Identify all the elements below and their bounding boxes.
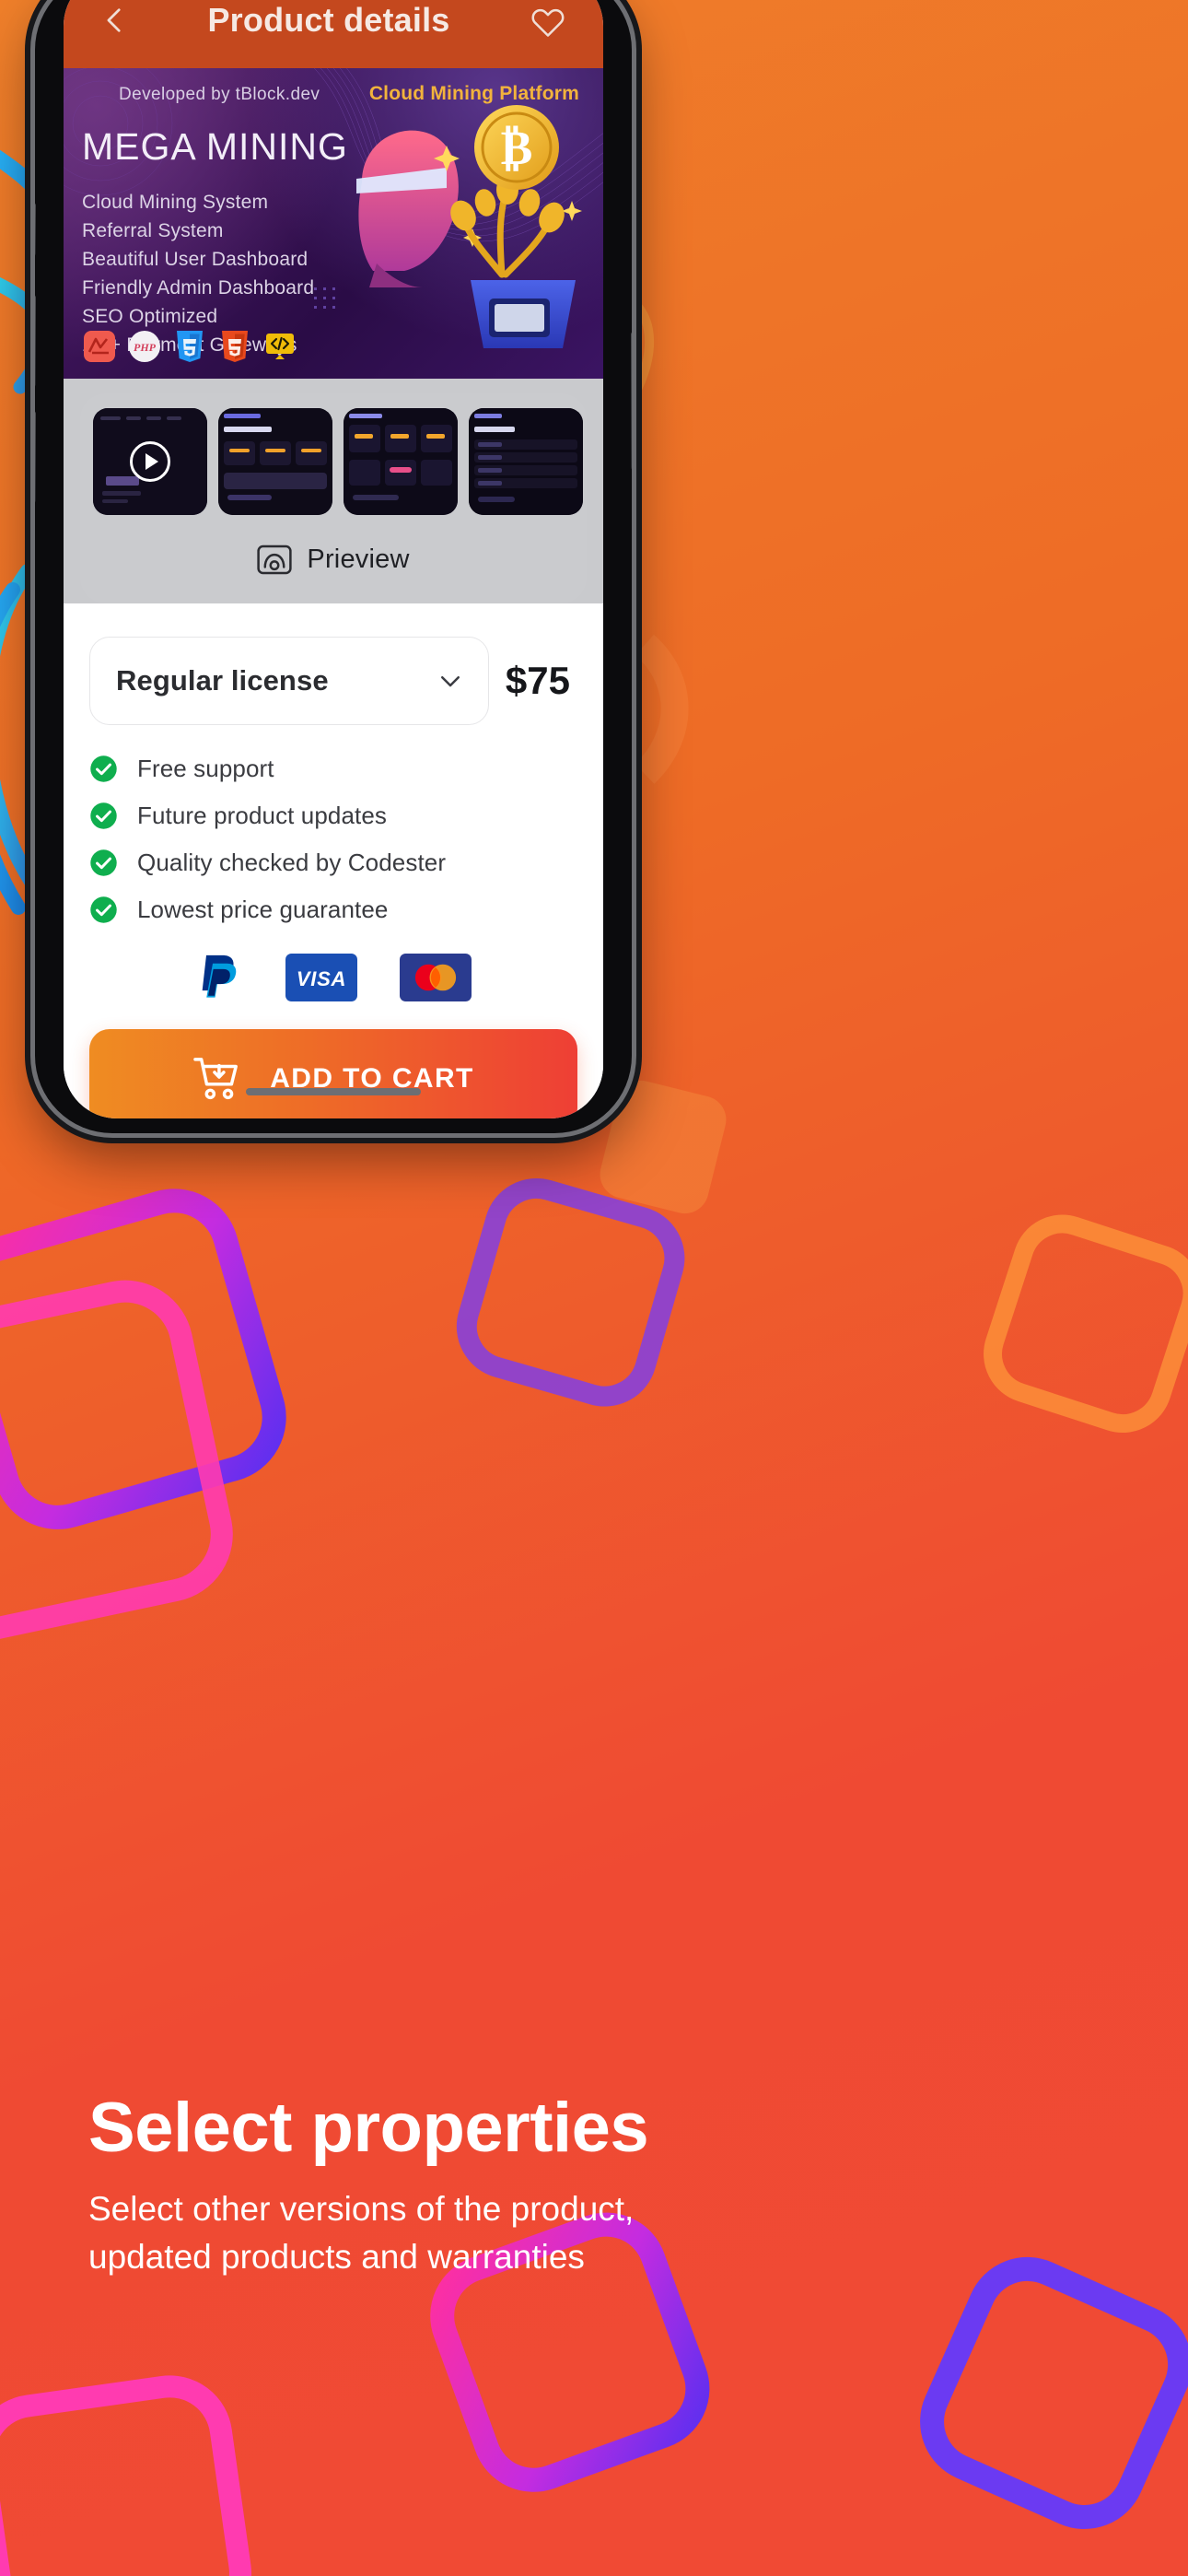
page-title: Product details <box>207 1 450 39</box>
home-indicator <box>246 1088 421 1095</box>
banner-feature-item: Referral System <box>82 220 224 242</box>
banner-feature-item: Friendly Admin Dashboard <box>82 277 315 299</box>
promo-caption: Select properties Select other versions … <box>0 2091 1188 2282</box>
benefit-item: Lowest price guarantee <box>89 886 577 933</box>
product-price: $75 <box>505 659 570 702</box>
benefit-label: Future product updates <box>137 802 388 829</box>
license-price-row: Regular license $75 <box>89 637 577 725</box>
phone-mockup: Product details ₿ Developed by tBlock.de… <box>35 0 632 1133</box>
code-monitor-icon <box>262 329 297 364</box>
benefits-list: Free support Future product updates Qual… <box>89 745 577 933</box>
banner-feature-item: Beautiful User Dashboard <box>82 249 309 271</box>
html5-icon <box>217 329 252 364</box>
visa-icon: VISA <box>285 954 357 1001</box>
chevron-down-icon <box>440 676 460 687</box>
phone-screen: Product details ₿ Developed by tBlock.de… <box>64 0 603 1118</box>
product-banner[interactable]: ₿ Developed by tBlock.dev Cloud Mining P… <box>64 68 603 379</box>
php-icon: PHP <box>127 329 162 364</box>
phone-power-button <box>631 332 632 470</box>
screenshot-mining-place[interactable] <box>218 408 332 515</box>
add-to-cart-button[interactable]: ADD TO CART <box>89 1029 577 1118</box>
banner-feature-item: SEO Optimized <box>82 306 218 328</box>
check-circle-icon <box>90 849 117 876</box>
phone-volume-down-button <box>35 411 36 503</box>
app-header: Product details <box>64 0 603 68</box>
laravel-icon <box>82 329 117 364</box>
thumbnail-preview-art <box>218 408 332 515</box>
video-thumbnail[interactable] <box>93 408 207 515</box>
favorite-button[interactable] <box>524 0 572 44</box>
promo-headline: Select properties <box>88 2089 649 2167</box>
banner-category: Cloud Mining Platform <box>368 83 579 104</box>
benefit-item: Quality checked by Codester <box>89 839 577 886</box>
purchase-sheet: Regular license $75 Free support Future … <box>64 611 603 1118</box>
play-triangle-icon <box>146 453 158 470</box>
preview-label: Prieview <box>307 544 410 574</box>
heart-outline-icon <box>531 8 565 37</box>
banner-title: MEGA MINING <box>82 125 348 168</box>
thumbnail-row[interactable] <box>80 408 587 515</box>
benefit-item: Future product updates <box>89 792 577 839</box>
screenshot-history[interactable] <box>469 408 583 515</box>
benefit-label: Lowest price guarantee <box>137 896 389 923</box>
play-button[interactable] <box>130 441 170 482</box>
banner-artwork: ₿ <box>314 105 582 348</box>
gallery-section: Prieview <box>64 379 603 603</box>
svg-text:₿: ₿ <box>501 123 533 175</box>
check-circle-icon <box>90 802 117 829</box>
check-circle-icon <box>90 755 117 782</box>
benefit-label: Quality checked by Codester <box>137 849 447 876</box>
mastercard-icon <box>400 954 472 1001</box>
banner-feature-item: Cloud Mining System <box>82 192 269 213</box>
thumbnail-preview-art <box>469 408 583 515</box>
promo-subtext: Select other versions of the product, up… <box>88 2189 635 2277</box>
benefit-item: Free support <box>89 745 577 792</box>
tech-badge-row: PHP <box>82 329 297 364</box>
screenshot-dashboard[interactable] <box>344 408 458 515</box>
phone-volume-up-button <box>35 295 36 387</box>
paypal-icon <box>202 954 237 998</box>
svg-text:VISA: VISA <box>297 967 346 990</box>
cart-download-icon <box>193 1058 239 1100</box>
phone-mute-switch <box>35 203 36 256</box>
license-selected-value: Regular license <box>116 664 329 697</box>
check-circle-icon <box>90 896 117 923</box>
thumbnail-preview-art <box>344 408 458 515</box>
payment-methods-row: VISA <box>89 952 577 1003</box>
svg-text:PHP: PHP <box>134 341 157 354</box>
banner-developer: Developed by tBlock.dev <box>119 85 320 104</box>
license-dropdown[interactable]: Regular license <box>89 637 489 725</box>
preview-button[interactable]: Prieview <box>80 515 587 603</box>
css3-icon <box>172 329 207 364</box>
back-button[interactable] <box>91 0 139 44</box>
benefit-label: Free support <box>137 755 274 782</box>
gallery-card: Prieview <box>80 393 587 603</box>
panorama-photo-icon <box>257 544 293 574</box>
chevron-left-icon <box>107 8 121 32</box>
